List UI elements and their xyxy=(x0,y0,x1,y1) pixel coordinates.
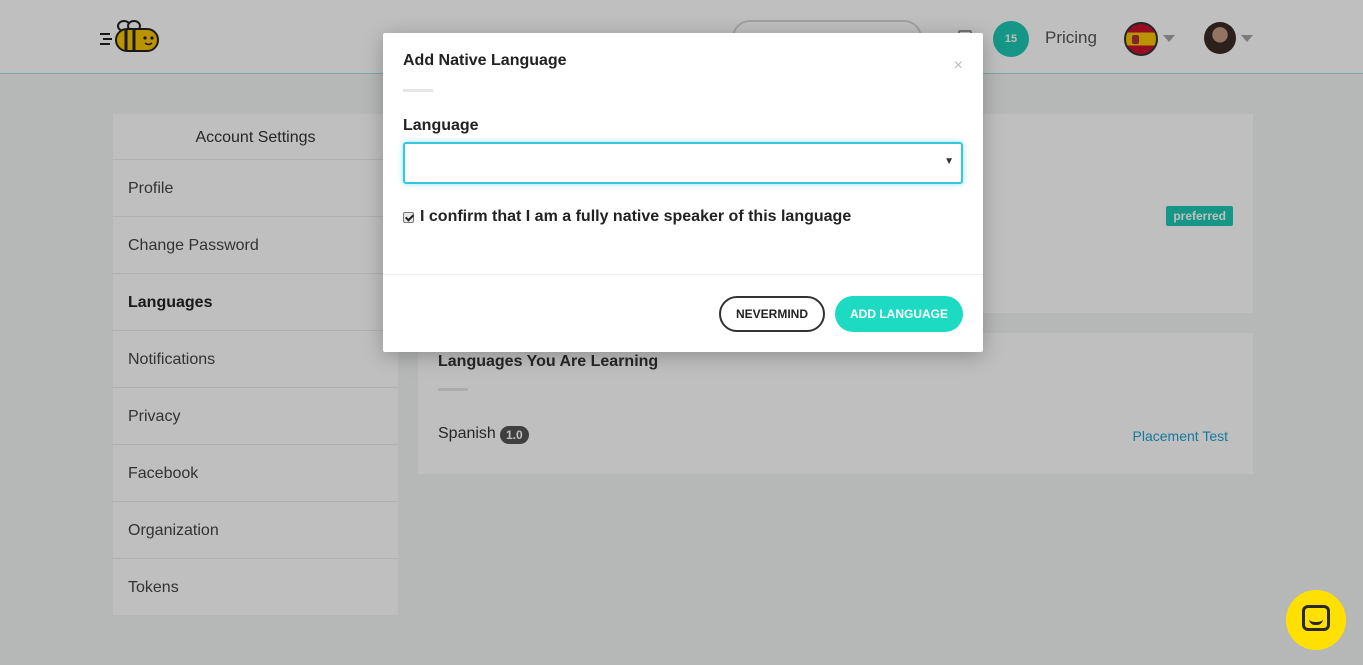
add-native-language-modal: Add Native Language × Language ▼ I confi… xyxy=(383,33,983,352)
close-icon[interactable]: × xyxy=(954,57,963,75)
native-confirm-label[interactable]: I confirm that I am a fully native speak… xyxy=(420,208,851,226)
language-field-label: Language xyxy=(403,117,479,134)
title-divider xyxy=(403,89,433,92)
native-confirm-row: I confirm that I am a fully native speak… xyxy=(403,208,851,226)
add-language-button[interactable]: ADD LANGUAGE xyxy=(835,296,963,332)
chevron-down-icon: ▼ xyxy=(944,156,954,167)
modal-title: Add Native Language xyxy=(403,52,567,69)
native-confirm-checkbox[interactable] xyxy=(403,211,414,223)
chat-bubble-icon xyxy=(1302,605,1330,631)
nevermind-button[interactable]: NEVERMIND xyxy=(719,296,825,332)
chat-launcher-button[interactable] xyxy=(1286,590,1346,650)
modal-footer-divider xyxy=(383,274,983,275)
language-select[interactable]: ▼ xyxy=(403,142,963,184)
